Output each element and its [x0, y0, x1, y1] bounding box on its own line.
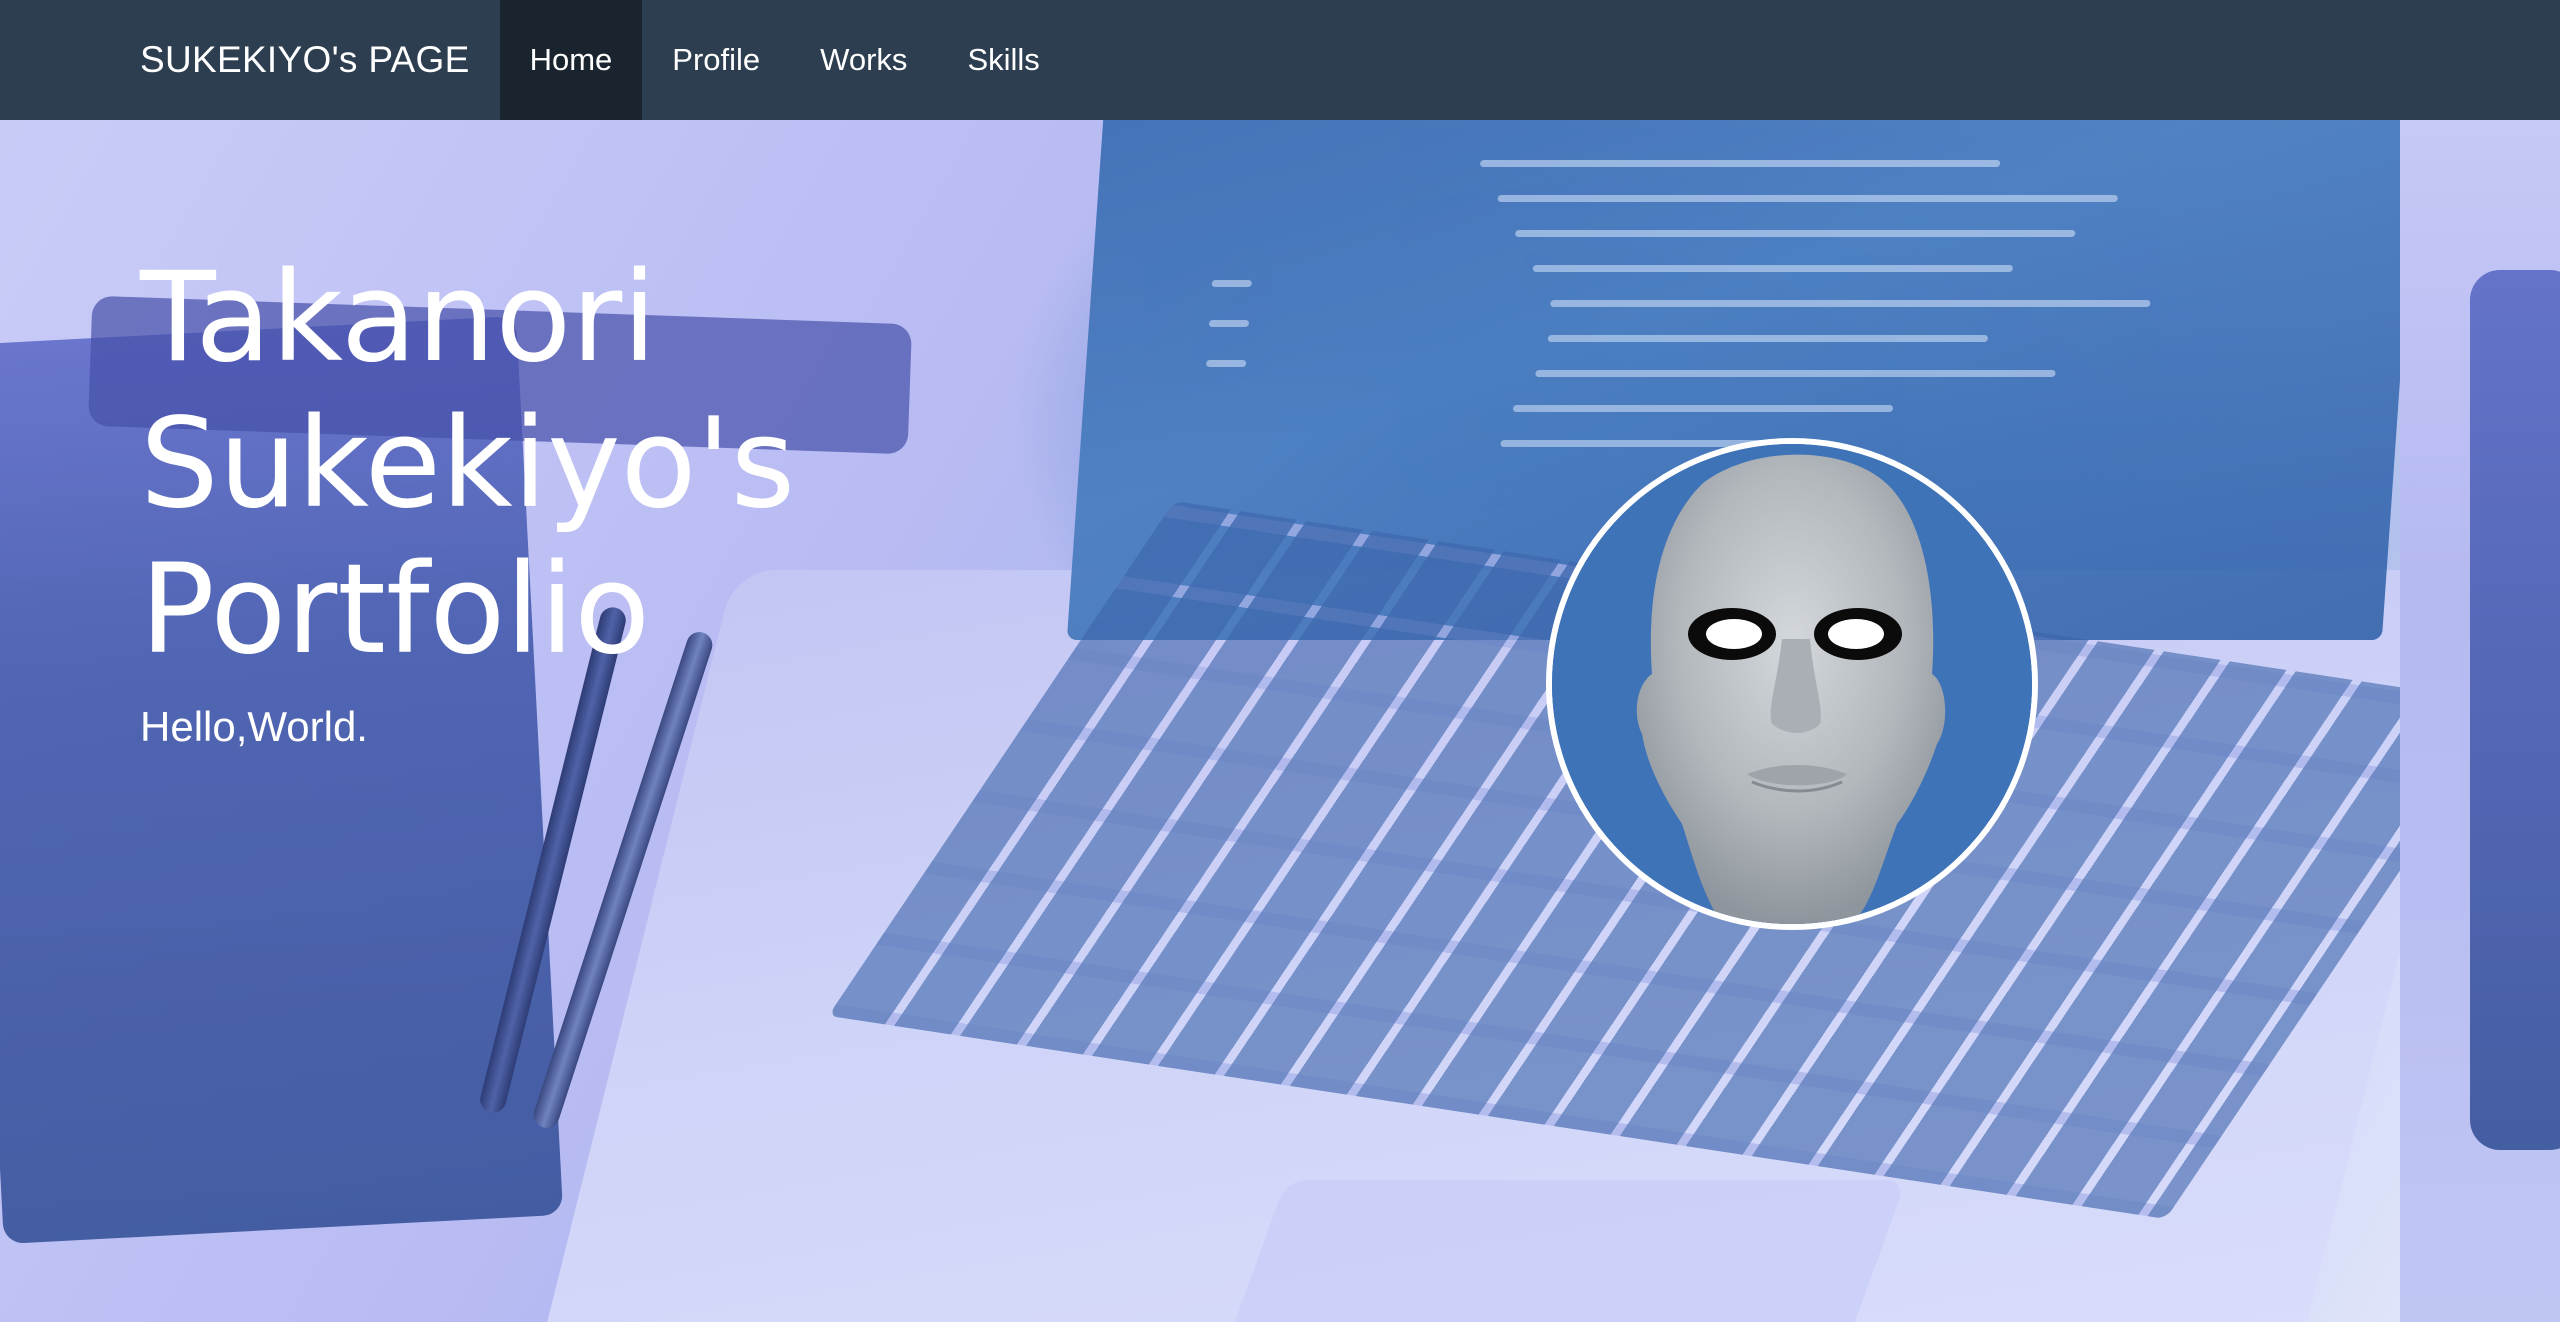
hero-title-line: Portfolio — [140, 538, 651, 682]
hero-section: Takanori Sukekiyo's Portfolio Hello,Worl… — [0, 120, 2560, 1322]
hero-title-line: Sukekiyo's — [140, 392, 796, 536]
code-line — [1512, 405, 1894, 412]
hero-title: Takanori Sukekiyo's Portfolio — [140, 245, 900, 683]
nav-item-home[interactable]: Home — [499, 0, 643, 120]
code-line — [1208, 320, 1250, 327]
nav-item-skills[interactable]: Skills — [937, 0, 1069, 120]
hero-subtitle: Hello,World. — [140, 703, 368, 750]
brand-link[interactable]: SUKEKIYO's PAGE — [140, 0, 500, 120]
avatar — [1546, 438, 2038, 930]
trackpad-graphic — [1213, 1180, 1907, 1322]
code-line — [1514, 230, 2076, 237]
face-avatar-image — [1552, 444, 2032, 924]
code-line — [1479, 160, 2001, 167]
code-line — [1205, 360, 1247, 367]
code-line — [1532, 265, 2014, 272]
navbar: SUKEKIYO's PAGE Home Profile Works Skill… — [0, 0, 2560, 120]
code-line — [1497, 195, 2118, 202]
code-line — [1547, 335, 1989, 342]
code-line — [1211, 280, 1252, 287]
notebook-graphic — [2470, 270, 2560, 1150]
nav-item-profile[interactable]: Profile — [642, 0, 790, 120]
code-line — [1535, 370, 2056, 377]
hero-background-repeat — [2400, 120, 2560, 1322]
nav-item-works[interactable]: Works — [790, 0, 937, 120]
code-line — [1550, 300, 2151, 307]
hero-title-line: Takanori — [140, 246, 657, 390]
